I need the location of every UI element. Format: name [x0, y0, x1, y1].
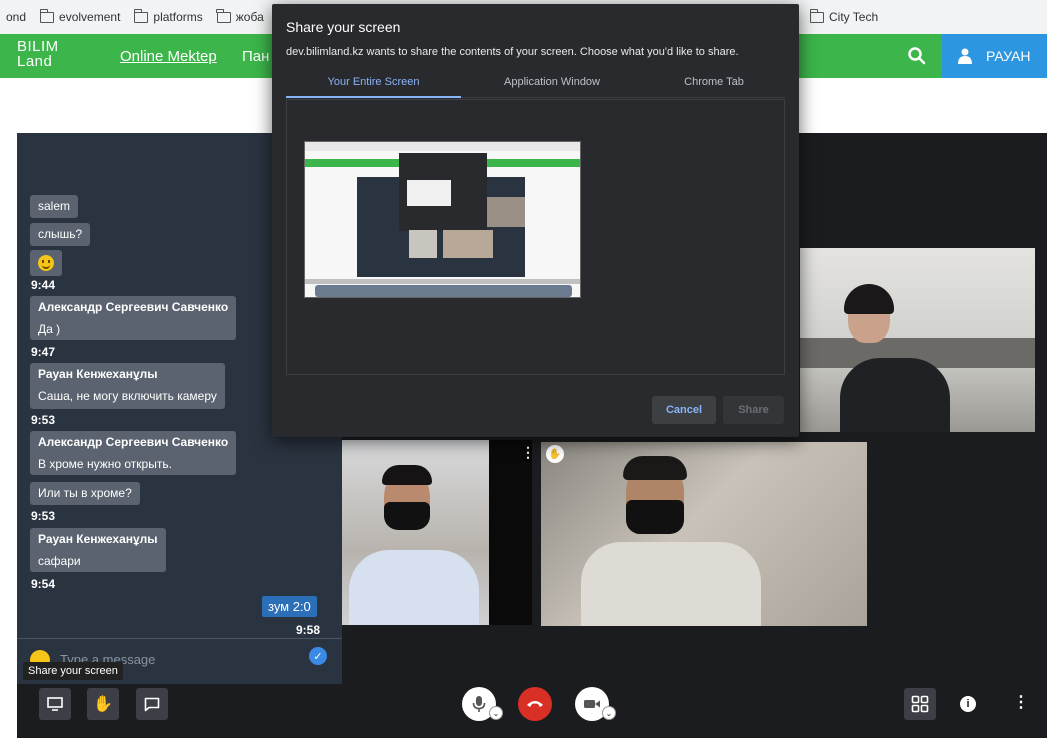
chat-text: сафари: [38, 554, 81, 568]
send-check-icon[interactable]: ✓: [309, 647, 327, 665]
user-menu[interactable]: РАУАН: [942, 34, 1047, 78]
folder-icon: [809, 8, 824, 23]
logo-line-1: BILIM: [17, 38, 59, 55]
chat-message-zoom: зум 2:0: [262, 596, 317, 617]
chat-message: Или ты в хроме?: [30, 482, 140, 505]
raise-hand-icon: ✋: [93, 696, 113, 713]
chat-toggle-button[interactable]: [136, 688, 168, 720]
logo-line-2: Land: [17, 53, 53, 70]
raised-hand-badge-icon: ✋: [546, 445, 564, 463]
folder-icon: [39, 8, 55, 23]
chat-message: Рауан Кенжеханұлы сафари: [30, 528, 166, 572]
bookmark-folder-city-tech[interactable]: City Tech: [809, 8, 879, 24]
bilimland-logo[interactable]: BILIM Land: [17, 39, 59, 69]
chat-timestamp: 9:58: [296, 623, 321, 637]
share-screen-tooltip: Share your screen: [23, 662, 123, 680]
chat-timestamp: 9:53: [31, 509, 56, 523]
tab-chrome-tab[interactable]: Chrome Tab: [643, 74, 785, 98]
user-icon: [958, 48, 972, 64]
page: { "bookmarks": [ {"label": "ond"}, {"lab…: [0, 0, 1047, 738]
bookmark-item[interactable]: ond: [6, 10, 26, 24]
screen-share-button[interactable]: [39, 688, 71, 720]
chat-timestamp: 9:53: [31, 413, 56, 427]
share-screen-dialog: Share your screen dev.bilimland.kz wants…: [272, 4, 799, 437]
smiley-icon: [38, 255, 54, 271]
microphone-icon: [472, 696, 486, 712]
bookmark-label: evolvement: [59, 10, 121, 24]
tab-application-window[interactable]: Application Window: [461, 74, 643, 98]
chat-timestamp: 9:47: [31, 345, 56, 359]
bookmark-folder-zhoba[interactable]: жоба: [216, 8, 264, 24]
camera-options-chevron-down-icon[interactable]: ⌄: [602, 706, 616, 720]
bookmark-label: жоба: [235, 10, 264, 24]
chat-message: salem: [30, 195, 79, 218]
screen-share-icon: [47, 697, 63, 711]
dialog-subtitle: dev.bilimland.kz wants to share the cont…: [286, 46, 739, 58]
tab-entire-screen[interactable]: Your Entire Screen: [286, 74, 461, 98]
entire-screen-thumbnail[interactable]: [304, 141, 581, 298]
search-icon: [908, 47, 926, 65]
dialog-title: Share your screen: [286, 19, 401, 35]
tile-more-icon[interactable]: ⋮: [521, 444, 532, 461]
grid-view-button[interactable]: [904, 688, 936, 720]
raise-hand-button[interactable]: ✋: [87, 688, 119, 720]
more-options-icon[interactable]: ⋮: [1013, 692, 1029, 712]
chat-timestamp: 9:54: [31, 577, 56, 591]
bookmark-folder-evolvement[interactable]: evolvement: [39, 8, 121, 24]
bookmark-label: City Tech: [829, 10, 879, 24]
share-button[interactable]: Share: [723, 396, 784, 424]
chat-timestamp: 9:44: [31, 278, 56, 292]
chat-icon: [144, 697, 160, 711]
folder-icon: [216, 8, 231, 23]
video-tile-man-center[interactable]: ⋮: [336, 440, 532, 625]
info-icon[interactable]: i: [960, 696, 976, 712]
nav-partial-link[interactable]: Пан: [242, 48, 269, 65]
chat-emoji-message: [30, 250, 62, 276]
chat-message: Александр Сергеевич Савченко Да ): [30, 296, 237, 340]
chat-message: Рауан Кенжеханұлы Саша, не могу включить…: [30, 363, 225, 409]
folder-icon: [133, 8, 149, 23]
bookmark-label: ond: [6, 10, 27, 24]
nav-online-mektep[interactable]: Online Mektep: [120, 48, 217, 65]
search-button[interactable]: [892, 34, 942, 78]
chat-message: слышь?: [30, 223, 91, 246]
share-tabs: Your Entire Screen Application Window Ch…: [286, 74, 785, 98]
chat-sender: Александр Сергеевич Савченко: [38, 300, 229, 314]
chat-sender: Рауан Кенжеханұлы: [38, 532, 158, 546]
video-tile-woman[interactable]: [800, 248, 1035, 432]
bookmark-label: platforms: [153, 10, 203, 24]
chat-text: Саша, не могу включить камеру: [38, 389, 217, 403]
chat-message: Александр Сергеевич Савченко В хроме нуж…: [30, 431, 237, 475]
mic-options-chevron-down-icon[interactable]: ⌄: [489, 706, 503, 720]
cancel-button[interactable]: Cancel: [652, 396, 716, 424]
grid-view-icon: [911, 695, 929, 713]
chat-text: Да ): [38, 322, 61, 336]
hang-up-button[interactable]: [518, 687, 552, 721]
chat-sender: Александр Сергеевич Савченко: [38, 435, 229, 449]
video-tile-man-right[interactable]: [541, 442, 867, 626]
hang-up-icon: [527, 701, 543, 707]
bookmark-folder-platforms[interactable]: platforms: [133, 8, 203, 24]
chat-text: В хроме нужно открыть.: [38, 457, 172, 471]
chat-sender: Рауан Кенжеханұлы: [38, 367, 158, 381]
camera-icon: [584, 700, 600, 708]
user-name: РАУАН: [986, 48, 1031, 64]
